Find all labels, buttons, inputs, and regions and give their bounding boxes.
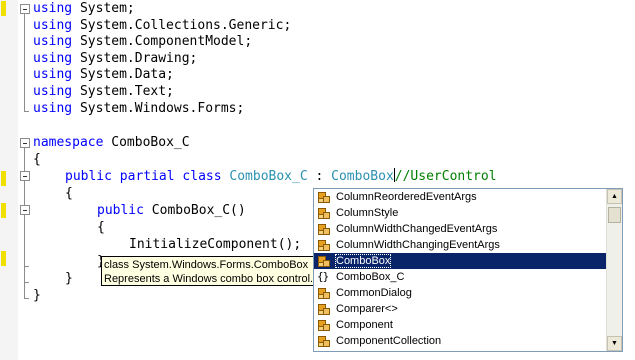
code-line-brace: } <box>33 288 41 303</box>
code-line-brace: { <box>33 152 41 167</box>
code-line-using: using System.ComponentModel; <box>33 34 253 49</box>
code-line-namespace: namespace ComboBox_C <box>33 135 190 150</box>
scroll-thumb[interactable] <box>608 207 621 223</box>
completion-scrollbar[interactable]: ▲ ▼ <box>606 189 622 351</box>
class-icon <box>317 303 330 315</box>
code-line-using: using System.Collections.Generic; <box>33 18 292 33</box>
namespace-icon: {} <box>317 270 329 283</box>
code-line-using: using System.Drawing; <box>33 51 198 66</box>
scroll-up-icon[interactable]: ▲ <box>607 189 622 204</box>
completion-item-label: ComboBox <box>334 254 392 268</box>
completion-item-label: ColumnReorderedEventArgs <box>336 191 477 203</box>
change-marker <box>1 1 6 16</box>
collapse-ctor-icon[interactable] <box>20 205 30 215</box>
outline-guide-end <box>24 298 29 299</box>
class-icon <box>317 223 330 235</box>
completion-item[interactable]: ComponentCollection <box>314 333 606 349</box>
completion-items[interactable]: ColumnReorderedEventArgs ColumnStyle Col… <box>314 189 606 351</box>
class-icon <box>317 239 330 251</box>
completion-item-label: Component <box>336 319 393 331</box>
completion-item-label: ColumnStyle <box>336 207 399 219</box>
completion-item-label: ComboBox_C <box>336 271 405 283</box>
change-marker <box>1 171 6 186</box>
class-icon <box>317 207 330 219</box>
code-line-using: using System.Windows.Forms; <box>33 101 245 116</box>
code-line-brace: { <box>65 186 73 201</box>
outline-guide <box>24 14 25 111</box>
class-icon <box>317 255 330 267</box>
tooltip-description: Represents a Windows combo box control. <box>104 273 314 285</box>
collapse-namespace-icon[interactable] <box>20 138 30 148</box>
completion-item-label: Comparer<> <box>336 303 398 315</box>
change-marker <box>1 251 6 266</box>
completion-item-label: ComponentCollection <box>336 335 442 347</box>
completion-item-selected[interactable]: ComboBox <box>314 253 606 269</box>
change-marker <box>1 203 6 218</box>
completion-item[interactable]: CommonDialog <box>314 285 606 301</box>
scroll-down-icon[interactable]: ▼ <box>607 336 622 351</box>
code-line-brace: { <box>97 220 105 235</box>
class-icon <box>317 191 330 203</box>
completion-item[interactable]: ColumnReorderedEventArgs <box>314 189 606 205</box>
intellisense-completion-list[interactable]: ColumnReorderedEventArgs ColumnStyle Col… <box>313 188 623 352</box>
completion-item[interactable]: ColumnStyle <box>314 205 606 221</box>
outline-guide-end <box>24 111 29 112</box>
completion-item-label: CommonDialog <box>336 287 412 299</box>
code-line-ctor: public ComboBox_C() <box>97 203 246 218</box>
completion-item[interactable]: ColumnWidthChangingEventArgs <box>314 237 606 253</box>
class-icon <box>317 335 330 347</box>
code-line-using: using System.Text; <box>33 84 174 99</box>
collapse-class-icon[interactable] <box>20 171 30 181</box>
class-icon <box>317 287 330 299</box>
outline-guide-end <box>24 266 29 267</box>
outline-guide-end <box>24 282 29 283</box>
completion-item[interactable]: ColumnWidthChangedEventArgs <box>314 221 606 237</box>
completion-item[interactable]: Comparer<> <box>314 301 606 317</box>
collapse-usings-icon[interactable] <box>20 4 30 14</box>
completion-item-label: ColumnWidthChangedEventArgs <box>336 223 498 235</box>
code-line-body: InitializeComponent(); <box>129 237 302 252</box>
code-line-class: public partial class ComboBox_C : ComboB… <box>65 168 497 184</box>
completion-item[interactable]: {} ComboBox_C <box>314 269 606 285</box>
completion-item[interactable]: Component <box>314 317 606 333</box>
code-line-using: using System.Data; <box>33 67 174 82</box>
class-icon <box>317 319 330 331</box>
completion-item-label: ColumnWidthChangingEventArgs <box>336 239 500 251</box>
tooltip-signature: class System.Windows.Forms.ComboBox <box>104 259 309 271</box>
code-line-brace: } <box>65 271 73 286</box>
code-line-using: using System; <box>33 1 135 16</box>
quick-info-tooltip: class System.Windows.Forms.ComboBox Repr… <box>101 256 337 286</box>
